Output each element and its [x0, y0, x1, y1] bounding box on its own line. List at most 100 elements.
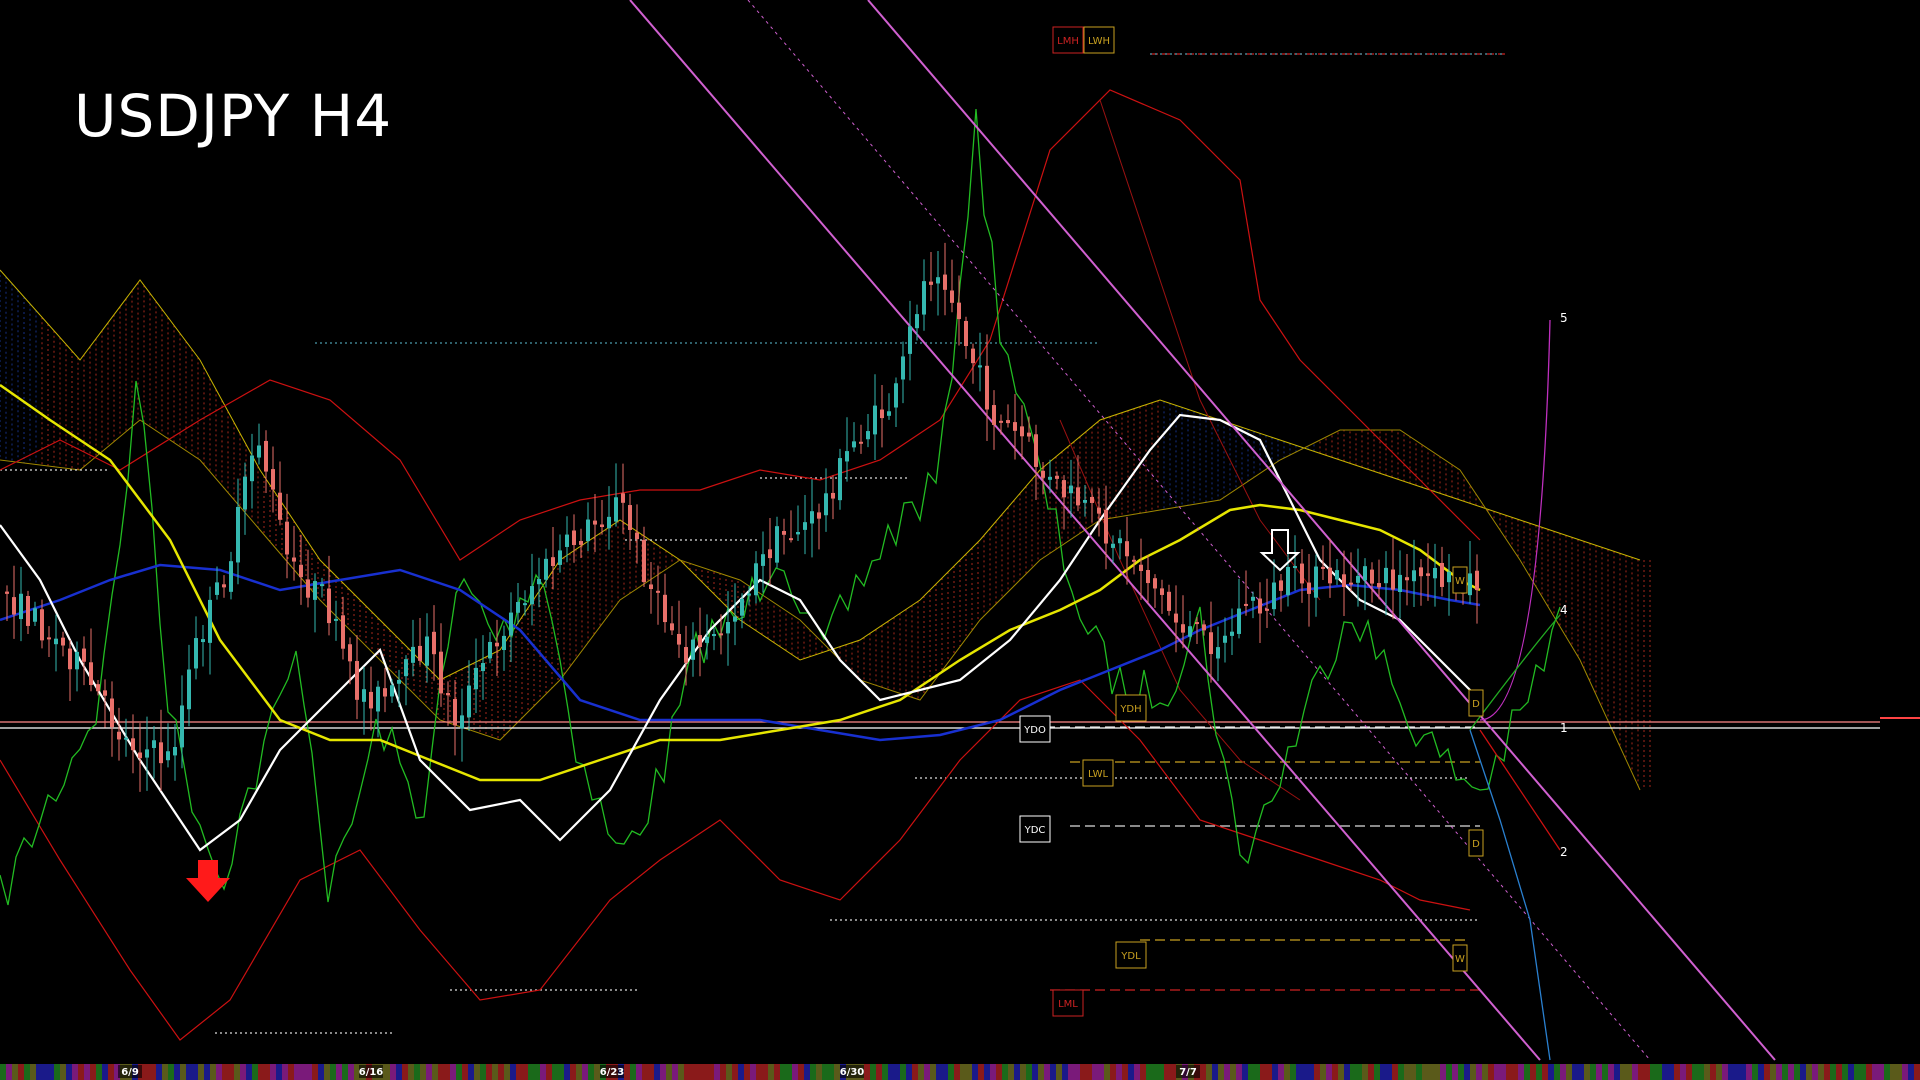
axis-strip-segment	[870, 1064, 876, 1080]
axis-strip-segment	[498, 1064, 504, 1080]
axis-strip-segment	[444, 1064, 450, 1080]
red-down-arrow-icon	[186, 860, 230, 902]
candle-body	[1286, 566, 1290, 596]
axis-strip-segment	[1578, 1064, 1584, 1080]
axis-strip-segment	[66, 1064, 72, 1080]
axis-strip-segment	[564, 1064, 570, 1080]
axis-strip-segment	[1506, 1064, 1512, 1080]
candle-body	[971, 348, 975, 364]
candle-body	[1048, 476, 1052, 480]
channel-lower	[867, 0, 1776, 1061]
axis-strip-segment	[1200, 1064, 1206, 1080]
candle-body	[397, 679, 401, 684]
candle-body	[103, 690, 107, 696]
axis-strip-segment	[720, 1064, 726, 1080]
axis-strip-segment	[1092, 1064, 1098, 1080]
candle-body	[551, 557, 555, 567]
axis-strip-segment	[678, 1064, 684, 1080]
candle-body	[1328, 567, 1332, 584]
level-label-d: D	[1472, 839, 1480, 850]
axis-strip-segment	[1026, 1064, 1032, 1080]
axis-strip-segment	[654, 1064, 660, 1080]
oscillator-line	[0, 108, 1561, 906]
axis-strip-segment	[702, 1064, 708, 1080]
axis-strip-segment	[1806, 1064, 1812, 1080]
candle-body	[1300, 563, 1304, 584]
axis-strip-segment	[1038, 1064, 1044, 1080]
candle-body	[509, 612, 513, 636]
axis-strip-segment	[30, 1064, 36, 1080]
axis-strip-segment	[714, 1064, 720, 1080]
candle-body	[1006, 420, 1010, 424]
candle-body	[754, 563, 758, 596]
candle-body	[138, 752, 142, 759]
candle-body	[859, 441, 863, 444]
axis-strip-segment	[1080, 1064, 1086, 1080]
candle-body	[838, 458, 842, 501]
candle-body	[145, 749, 149, 758]
candle-body	[19, 593, 23, 620]
axis-strip-segment	[1596, 1064, 1602, 1080]
candle-body	[642, 539, 646, 583]
candle-body	[768, 549, 772, 559]
axis-strip-segment	[1002, 1064, 1008, 1080]
axis-strip-segment	[1692, 1064, 1698, 1080]
axis-strip-segment	[756, 1064, 762, 1080]
candle-body	[586, 519, 590, 542]
axis-strip-segment	[1716, 1064, 1722, 1080]
candle-body	[950, 290, 954, 303]
candle-body	[887, 411, 891, 416]
axis-strip-segment	[390, 1064, 396, 1080]
candle-body	[1293, 566, 1297, 569]
axis-strip-segment	[72, 1064, 78, 1080]
candle-body	[789, 538, 793, 541]
candle-body	[1321, 566, 1325, 569]
candle-body	[1342, 574, 1346, 587]
candle-body	[1209, 632, 1213, 655]
candle-body	[460, 715, 464, 729]
axis-strip-segment	[198, 1064, 204, 1080]
axis-strip-segment	[1872, 1064, 1878, 1080]
axis-strip-segment	[1704, 1064, 1710, 1080]
candle-body	[33, 608, 37, 622]
candle-body	[866, 431, 870, 440]
level-label-lmh: LMH	[1057, 36, 1079, 47]
axis-strip-segment	[648, 1064, 654, 1080]
candle-body	[446, 692, 450, 696]
axis-strip-segment	[1266, 1064, 1272, 1080]
candle-body	[1356, 575, 1360, 583]
axis-strip-segment	[690, 1064, 696, 1080]
candle-body	[1244, 603, 1248, 606]
candle-body	[495, 642, 499, 647]
candle-body	[964, 320, 968, 347]
axis-strip-segment	[894, 1064, 900, 1080]
axis-strip-segment	[12, 1064, 18, 1080]
axis-strip-segment	[876, 1064, 882, 1080]
candle-body	[1153, 578, 1157, 589]
level-label-w: W	[1455, 576, 1465, 587]
oscillator-series	[0, 108, 1561, 906]
axis-strip-segment	[900, 1064, 906, 1080]
candle-body	[1202, 624, 1206, 631]
candle-body	[691, 639, 695, 660]
axis-strip-segment	[1134, 1064, 1140, 1080]
wave-label-5: 5	[1560, 311, 1568, 325]
axis-strip-segment	[1242, 1064, 1248, 1080]
axis-strip-segment	[264, 1064, 270, 1080]
axis-strip-segment	[924, 1064, 930, 1080]
axis-strip-segment	[1560, 1064, 1566, 1080]
candle-body	[705, 636, 709, 643]
candle-body	[1258, 598, 1262, 614]
candle-body	[124, 737, 128, 740]
axis-strip-segment	[978, 1064, 984, 1080]
candle-body	[131, 738, 135, 751]
candle-body	[558, 550, 562, 565]
candle-body	[404, 659, 408, 677]
axis-strip-segment	[1056, 1064, 1062, 1080]
candle-body	[908, 326, 912, 354]
candle-body	[1069, 485, 1073, 494]
candle-body	[1195, 622, 1199, 625]
axis-strip-segment	[738, 1064, 744, 1080]
axis-strip-segment	[888, 1064, 894, 1080]
axis-strip-segment	[1380, 1064, 1386, 1080]
